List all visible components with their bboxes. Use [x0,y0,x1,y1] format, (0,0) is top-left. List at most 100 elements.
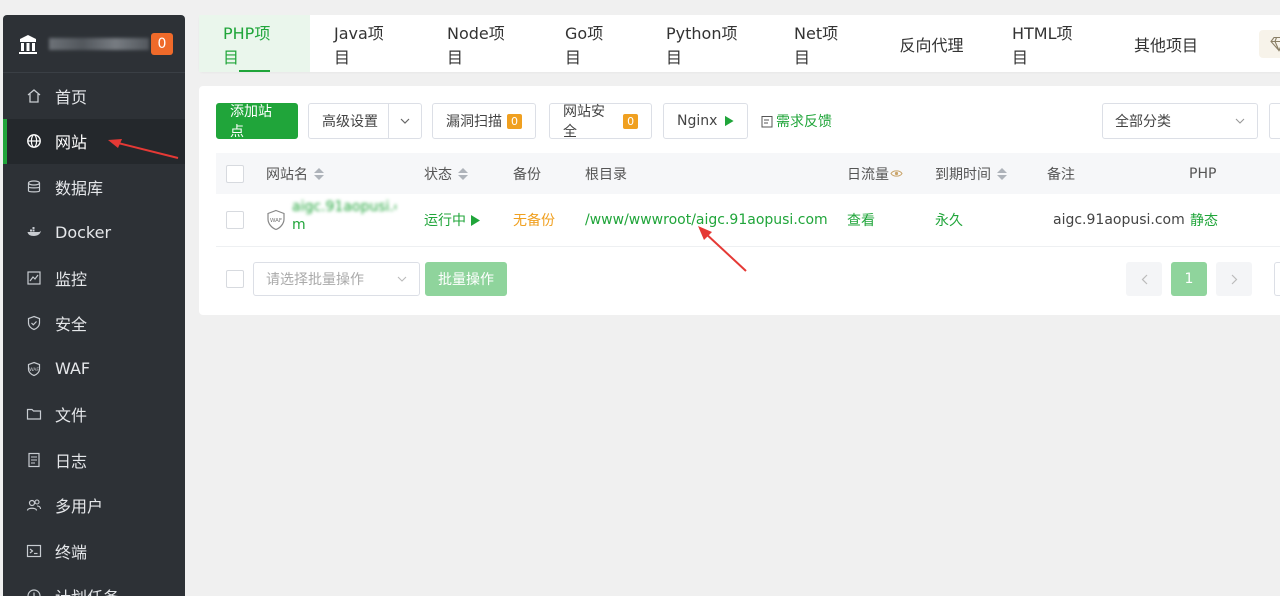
tab-reverse-proxy[interactable]: 反向代理 [875,15,988,72]
sidebar-item-home[interactable]: 首页 [3,73,185,119]
header-label: 日流量 [847,166,889,183]
sidebar-item-database[interactable]: 数据库 [3,164,185,210]
svg-text:WAF: WAF [29,367,39,373]
traffic-view-link[interactable]: 查看 [847,210,875,230]
prev-page-button[interactable] [1126,262,1162,296]
sort-icon [314,167,324,180]
scan-count-badge: 0 [507,113,522,129]
sidebar-item-label: 首页 [55,87,88,107]
folder-icon [25,405,43,423]
page-size-select[interactable] [1274,262,1280,296]
sidebar-item-monitor[interactable]: 监控 [3,255,185,301]
sidebar-item-label: 文件 [55,406,88,426]
add-site-button[interactable]: 添加站点 [216,103,298,140]
site-name-line1: aigc.91aopusi.co [292,200,396,214]
root-path-link[interactable]: /www/wwwroot/aigc.91aopusi.com [585,212,828,228]
site-name-link[interactable]: aigc.91aopusi.co m [292,200,396,233]
sidebar-item-files[interactable]: 文件 [3,392,185,438]
users-icon [25,496,43,514]
chevron-down-icon [1235,118,1245,124]
eye-icon[interactable] [890,169,903,178]
site-security-button[interactable]: 网站安全 0 [549,103,652,140]
chevron-left-icon [1141,274,1147,284]
sidebar-item-website[interactable]: 网站 [3,118,185,164]
tab-python[interactable]: Python项目 [642,15,770,72]
sidebar-item-waf[interactable]: WAF WAF [3,346,185,392]
sidebar-item-docker[interactable]: Docker [3,210,185,256]
tab-label: PHP项目 [223,23,271,67]
chevron-down-icon[interactable] [388,104,421,138]
tab-label: 其他项目 [1133,35,1198,55]
status-running[interactable]: 运行中 [424,210,480,230]
batch-operation-select[interactable]: 请选择批量操作 [253,262,420,296]
batch-placeholder: 请选择批量操作 [266,272,364,288]
docker-icon [25,223,43,241]
sidebar-item-logs[interactable]: 日志 [3,437,185,483]
feedback-link[interactable]: 需求反馈 [761,103,832,139]
select-all-checkbox[interactable] [226,164,244,183]
tab-label: Python项目 [666,23,738,67]
tab-node[interactable]: Node项目 [423,15,541,72]
table-footer: 请选择批量操作 批量操作 1 [216,262,1280,296]
header-expire[interactable]: 到期时间 [935,164,1007,184]
sidebar-item-cron[interactable]: 计划任务 [3,574,185,596]
sidebar-item-label: 多用户 [55,497,104,517]
header-root: 根目录 [585,166,627,183]
table-header: 网站名 状态 备份 根目录 日流量 到期时间 备注 PHP [216,153,1280,194]
expire-value[interactable]: 永久 [935,210,963,230]
vulnerability-scan-button[interactable]: 漏洞扫描 0 [432,103,536,139]
sidebar-item-label: 终端 [55,542,88,562]
log-icon [25,451,43,469]
sidebar-item-label: 监控 [55,269,88,289]
terminal-icon [25,542,43,560]
svg-text:WAF: WAF [270,218,282,224]
header-php: PHP [1189,165,1217,182]
page-number-current[interactable]: 1 [1171,262,1207,296]
sidebar-item-label: 数据库 [55,178,104,198]
tab-net[interactable]: Net项目 [770,15,875,72]
header-label: 状态 [424,166,452,183]
sidebar-item-terminal[interactable]: 终端 [3,528,185,574]
chevron-down-icon [397,276,407,282]
header-name[interactable]: 网站名 [266,164,324,184]
tab-other[interactable]: 其他项目 [1107,15,1225,72]
nginx-button[interactable]: Nginx [663,103,748,139]
remark-value[interactable]: aigc.91aopusi.com [1053,212,1185,228]
brand: 0 [3,15,185,73]
sidebar-item-label: WAF [55,359,91,379]
header-status[interactable]: 状态 [424,164,468,184]
advanced-settings-button[interactable]: 高级设置 [308,103,422,139]
header-remark: 备注 [1047,166,1075,183]
tab-go[interactable]: Go项目 [541,15,642,72]
tab-label: Net项目 [794,23,839,67]
tab-php[interactable]: PHP项目 [199,15,310,72]
edit-icon [761,115,773,127]
sidebar-item-users[interactable]: 多用户 [3,483,185,529]
waf-shield-icon: WAF [266,209,286,231]
category-select[interactable]: 全部分类 [1102,103,1258,139]
php-version-link[interactable]: 静态 [1190,210,1218,230]
next-page-button[interactable] [1216,262,1252,296]
sites-panel: 添加站点 高级设置 漏洞扫描 0 网站安全 0 Nginx 需求反馈 全部分类 [199,86,1280,315]
gem-icon[interactable] [1259,30,1280,58]
tab-label: Go项目 [565,23,604,67]
project-tabs: PHP项目 Java项目 Node项目 Go项目 Python项目 Net项目 … [199,15,1280,72]
search-input[interactable] [1269,103,1280,139]
row-checkbox[interactable] [226,211,244,229]
sidebar-item-label: 日志 [55,451,88,471]
header-label: 网站名 [266,166,308,183]
sort-icon [458,167,468,180]
scan-label: 漏洞扫描 [446,114,502,130]
home-icon [25,87,43,105]
globe-icon [25,132,43,150]
tab-html[interactable]: HTML项目 [988,15,1107,72]
chevron-right-icon [1231,274,1237,284]
batch-operation-button[interactable]: 批量操作 [425,262,507,296]
backup-status[interactable]: 无备份 [513,210,555,230]
tab-java[interactable]: Java项目 [310,15,423,72]
footer-checkbox[interactable] [226,270,244,288]
header-backup: 备份 [513,166,541,183]
tab-label: Java项目 [334,23,384,67]
sidebar-item-security[interactable]: 安全 [3,301,185,347]
notification-badge[interactable]: 0 [151,32,173,55]
